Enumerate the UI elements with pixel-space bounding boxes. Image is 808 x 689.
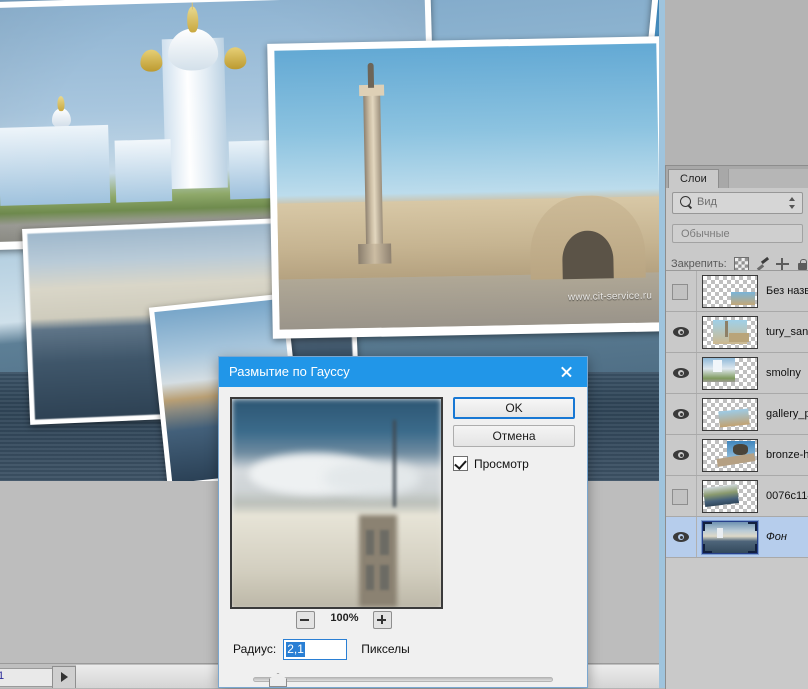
layer-name[interactable]: Без назва: [766, 285, 808, 297]
column-angel: [367, 62, 375, 88]
minus-icon: [300, 619, 309, 621]
close-icon[interactable]: [545, 357, 587, 387]
lock-icon[interactable]: [796, 258, 808, 271]
dialog-title-bar[interactable]: Размытие по Гауссу: [219, 357, 587, 387]
scroll-right-button[interactable]: [52, 666, 76, 688]
eye-hidden-box: [672, 284, 688, 300]
cancel-button[interactable]: Отмена: [453, 425, 575, 447]
layer-name[interactable]: bronze-ho: [766, 449, 808, 461]
brush-icon[interactable]: [756, 258, 769, 271]
preview-spire: [392, 419, 396, 508]
radius-input[interactable]: 2,1: [283, 638, 348, 660]
plus-icon: [381, 615, 383, 624]
preview-checkbox[interactable]: [453, 456, 468, 471]
table-row[interactable]: Без назва: [666, 271, 808, 312]
selection-corner: [703, 521, 712, 531]
column-base: [358, 243, 392, 264]
visibility-toggle[interactable]: [666, 517, 697, 557]
layer-thumbnail[interactable]: [702, 479, 758, 513]
radius-slider-handle[interactable]: [269, 673, 287, 687]
layer-name[interactable]: smolny: [766, 367, 801, 379]
radius-slider-track[interactable]: [253, 677, 553, 682]
column-shaft: [363, 93, 384, 245]
table-row[interactable]: smolny: [666, 353, 808, 394]
selection-corner: [748, 521, 757, 531]
layer-name[interactable]: Фон: [766, 531, 787, 543]
layer-thumbnail[interactable]: [702, 397, 758, 431]
layer-filter-label: Вид: [697, 196, 717, 208]
blur-preview[interactable]: [230, 397, 443, 609]
visibility-toggle[interactable]: [666, 312, 697, 352]
eye-icon: [673, 368, 689, 378]
selection-corner: [703, 543, 712, 553]
zoom-in-button[interactable]: [373, 611, 392, 629]
search-icon: [680, 196, 691, 207]
preview-checkbox-group[interactable]: Просмотр: [453, 456, 529, 471]
layers-panel: Слои Вид Обычные Закрепить: Без назв tur…: [665, 165, 808, 689]
radius-value: 2,1: [286, 641, 305, 657]
eye-icon: [673, 409, 689, 419]
table-row[interactable]: bronze-ho: [666, 435, 808, 476]
preview-cloud: [323, 461, 421, 495]
blend-mode-row: Обычные: [666, 222, 808, 252]
visibility-toggle[interactable]: [666, 476, 697, 516]
visibility-toggle[interactable]: [666, 394, 697, 434]
status-value: 1: [0, 670, 5, 682]
visibility-toggle[interactable]: [666, 271, 697, 311]
move-icon[interactable]: [775, 257, 789, 271]
layer-list[interactable]: Без назва tury_sank: [666, 270, 808, 689]
photo-alexander-column[interactable]: www.cit-service.ru: [267, 36, 659, 339]
radius-label: Радиус:: [233, 642, 277, 656]
chevron-updown-icon[interactable]: [789, 197, 796, 209]
eye-icon: [673, 327, 689, 337]
radius-units: Пикселы: [361, 642, 410, 656]
watermark-text: www.cit-service.ru: [567, 290, 653, 304]
zoom-out-button[interactable]: [296, 611, 315, 629]
preview-zoom-controls: 100%: [230, 611, 439, 631]
eye-icon: [673, 532, 689, 542]
eye-hidden-box: [672, 489, 688, 505]
lock-label: Закрепить:: [671, 258, 727, 270]
table-row[interactable]: gallery_pr: [666, 394, 808, 435]
panel-tab-empty-area: [728, 169, 808, 188]
dialog-title: Размытие по Гауссу: [229, 364, 350, 379]
layer-thumbnail[interactable]: [702, 356, 758, 390]
panel-tab-bar: Слои: [666, 166, 808, 188]
photo-alexander-column-image: www.cit-service.ru: [274, 43, 659, 330]
layer-name[interactable]: tury_sank: [766, 326, 808, 338]
preview-checkbox-label: Просмотр: [474, 456, 529, 471]
table-row[interactable]: 0076c1140: [666, 476, 808, 517]
gaussian-blur-dialog: Размытие по Гауссу 100% OK Отмена Просмо…: [218, 356, 588, 688]
layer-thumbnail[interactable]: [702, 438, 758, 472]
ok-button[interactable]: OK: [453, 397, 575, 419]
zoom-level: 100%: [330, 612, 359, 624]
layer-thumbnail[interactable]: [702, 315, 758, 349]
table-row[interactable]: Фон: [666, 517, 808, 558]
visibility-toggle[interactable]: [666, 435, 697, 475]
eye-icon: [673, 450, 689, 460]
layer-filter-row: Вид: [666, 188, 808, 222]
layer-thumbnail[interactable]: [701, 519, 759, 555]
layer-thumbnail[interactable]: [702, 274, 758, 308]
preview-buildings: [232, 515, 441, 607]
layer-name[interactable]: gallery_pr: [766, 408, 808, 420]
layer-filter-select[interactable]: Вид: [672, 192, 803, 214]
blend-mode-select[interactable]: Обычные: [672, 224, 803, 243]
tab-layers[interactable]: Слои: [668, 169, 719, 188]
layer-name[interactable]: 0076c1140: [766, 490, 808, 502]
table-row[interactable]: tury_sank: [666, 312, 808, 353]
radius-row: Радиус: 2,1 Пикселы: [233, 637, 575, 661]
triangle-right-icon: [61, 672, 68, 682]
selection-corner: [748, 543, 757, 553]
visibility-toggle[interactable]: [666, 353, 697, 393]
radius-slider[interactable]: [253, 673, 553, 687]
